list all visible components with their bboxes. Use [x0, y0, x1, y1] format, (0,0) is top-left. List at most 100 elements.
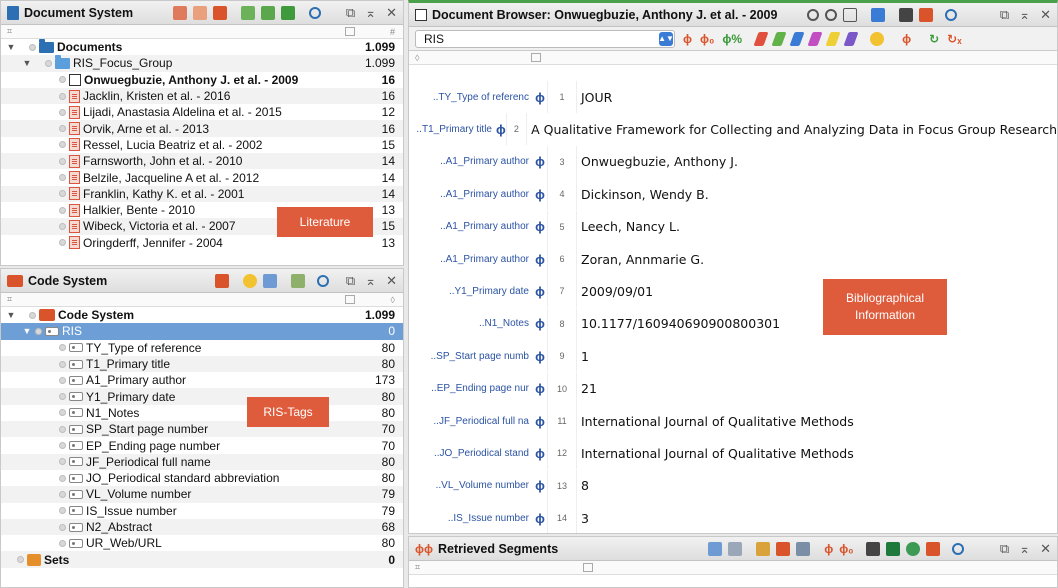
- code-item[interactable]: N2_Abstract 68: [1, 518, 403, 536]
- code-item[interactable]: IS_Issue number 79: [1, 503, 403, 519]
- document-item[interactable]: Oringderff, Jennifer - 2004 13: [1, 235, 403, 251]
- zoom-out-icon[interactable]: [825, 8, 838, 21]
- paragraph-text[interactable]: Onwuegbuzie, Anthony J.: [577, 154, 738, 169]
- document-paragraph[interactable]: ..VL_Volume number ϕ 13 8: [409, 469, 1057, 502]
- highlighter-red-icon[interactable]: [753, 31, 769, 46]
- emoticode-icon[interactable]: [243, 273, 258, 288]
- coding-stripe-icon[interactable]: ϕ: [533, 252, 547, 267]
- document-paragraph[interactable]: ..A1_Primary author ϕ 3 Onwuegbuzie, Anthon…: [409, 145, 1057, 178]
- expand-triangle-icon[interactable]: ▼: [21, 326, 33, 336]
- paragraph-text[interactable]: A Qualitative Framework for Collecting a…: [527, 122, 1057, 137]
- code-item[interactable]: VL_Volume number 79: [1, 486, 403, 503]
- document-paragraph[interactable]: ..N1_Notes ϕ 8 10.1177/160940690900800301: [409, 307, 1057, 340]
- paragraph-text[interactable]: International Journal of Qualitative Met…: [577, 414, 854, 429]
- code-item[interactable]: JF_Periodical full name 80: [1, 453, 403, 470]
- search-icon[interactable]: [309, 6, 322, 19]
- paragraph-text[interactable]: 10.1177/160940690900800301: [577, 316, 780, 331]
- import-document-icon[interactable]: [213, 5, 228, 20]
- document-paragraph[interactable]: ..EP_Ending page nur ϕ 10 21: [409, 372, 1057, 405]
- segment-filter-icon[interactable]: ⌗: [415, 562, 420, 573]
- table-view-icon[interactable]: [708, 541, 723, 556]
- code-item[interactable]: JO_Periodical standard abbreviation 80: [1, 470, 403, 486]
- paragraph-text[interactable]: 21: [577, 381, 597, 396]
- code-item[interactable]: UR_Web/URL 80: [1, 535, 403, 551]
- code-creative-icon[interactable]: [291, 273, 306, 288]
- activate-icon[interactable]: [241, 5, 256, 20]
- code-close-icon[interactable]: ✕: [386, 273, 397, 289]
- edit-mode-icon[interactable]: [871, 7, 886, 22]
- print-icon[interactable]: [899, 7, 914, 22]
- coding-stripe-icon[interactable]: ϕ: [533, 219, 547, 234]
- document-item[interactable]: Orvik, Arne et al. - 2013 16: [1, 120, 403, 137]
- new-code-icon[interactable]: [215, 273, 230, 288]
- document-item[interactable]: Franklin, Kathy K. et al. - 2001 14: [1, 185, 403, 202]
- document-item[interactable]: Jacklin, Kristen et al. - 2016 16: [1, 87, 403, 105]
- highlighter-yellow-icon[interactable]: [825, 31, 841, 46]
- uncode-icon[interactable]: ϕ%: [722, 32, 742, 46]
- code-column-toggle[interactable]: [345, 295, 355, 304]
- browser-search-icon[interactable]: [945, 8, 958, 21]
- paragraph-text[interactable]: JOUR: [577, 90, 612, 105]
- expand-triangle-icon[interactable]: ▼: [5, 42, 17, 52]
- copy-document-icon[interactable]: [193, 5, 208, 20]
- overview-icon[interactable]: [728, 541, 743, 556]
- highlighter-green-icon[interactable]: [771, 31, 787, 46]
- code-item[interactable]: SP_Start page number 70: [1, 421, 403, 438]
- document-paragraph[interactable]: ..A1_Primary author ϕ 6 Zoran, Annmarie G.: [409, 243, 1057, 275]
- code-item[interactable]: N1_Notes 80: [1, 405, 403, 421]
- code-select-dropdown[interactable]: RIS ▲▼: [415, 29, 675, 48]
- document-item[interactable]: Belzile, Jacqueline A et al. - 2012 14: [1, 169, 403, 185]
- code-item[interactable]: Y1_Primary date 80: [1, 388, 403, 405]
- document-item[interactable]: Farnsworth, John et al. - 2010 14: [1, 153, 403, 170]
- coding-stripe-icon[interactable]: ϕ: [533, 90, 547, 105]
- document-paragraph[interactable]: ..JF_Periodical full na ϕ 11 International …: [409, 405, 1057, 437]
- zoom-in-icon[interactable]: [807, 8, 820, 21]
- coding-stripe-icon[interactable]: ϕ: [533, 187, 547, 202]
- document-set-icon[interactable]: [261, 5, 276, 20]
- coding-stripe-icon[interactable]: ϕ: [533, 446, 547, 461]
- document-paragraph[interactable]: ..SP_Start page numb ϕ 9 1: [409, 340, 1057, 373]
- segment-column-toggle[interactable]: [583, 563, 593, 572]
- documents-root[interactable]: ▼ Documents 1.099: [1, 38, 403, 55]
- segment-export-icon[interactable]: [925, 541, 940, 556]
- coding-stripe-icon[interactable]: ϕ: [533, 284, 547, 299]
- coding-stripe-icon[interactable]: ϕ: [533, 478, 547, 493]
- segment-undock-icon[interactable]: ⧉: [1000, 541, 1009, 557]
- code-search-icon[interactable]: [317, 274, 330, 287]
- paragraph-text[interactable]: Zoran, Annmarie G.: [577, 252, 704, 267]
- expand-triangle-icon[interactable]: ▼: [21, 58, 33, 68]
- qr-icon[interactable]: [843, 7, 858, 22]
- paragraph-text[interactable]: Leech, Nancy L.: [577, 219, 680, 234]
- code-item[interactable]: A1_Primary author 173: [1, 372, 403, 388]
- chevron-down-icon[interactable]: ▲▼: [658, 31, 674, 46]
- grouping-icon[interactable]: [796, 541, 811, 556]
- coding-stripe-icon[interactable]: ϕ: [533, 414, 547, 429]
- undock-icon[interactable]: ⧉: [346, 5, 355, 21]
- browser-column-toggle[interactable]: [531, 53, 541, 62]
- browser-undock-icon[interactable]: ⧉: [1000, 7, 1009, 23]
- document-group[interactable]: ▼ RIS_Focus_Group 1.099: [1, 54, 403, 72]
- highlighter-purple-icon[interactable]: [843, 31, 859, 46]
- code-in-vivo-icon[interactable]: ϕ₀: [700, 32, 714, 46]
- new-document-icon[interactable]: [173, 5, 188, 20]
- code-color-icon[interactable]: [776, 541, 791, 556]
- paragraph-text[interactable]: 8: [577, 478, 589, 493]
- paragraph-text[interactable]: International Journal of Qualitative Met…: [577, 446, 854, 461]
- document-item[interactable]: Onwuegbuzie, Anthony J. et al. - 2009 16: [1, 72, 403, 88]
- code-item[interactable]: TY_Type of reference 80: [1, 340, 403, 356]
- browser-close-icon[interactable]: ✕: [1040, 7, 1051, 23]
- collapse-icon[interactable]: ⌅: [365, 5, 376, 21]
- coding-stripe-icon[interactable]: ϕ: [533, 349, 547, 364]
- coding-stripe-icon[interactable]: ϕ: [496, 122, 506, 137]
- paragraph-text[interactable]: 2009/09/01: [577, 284, 653, 299]
- segment-collapse-icon[interactable]: ⌅: [1019, 541, 1030, 557]
- column-toggle[interactable]: [345, 27, 355, 36]
- code-item[interactable]: EP_Ending page number 70: [1, 437, 403, 453]
- document-item[interactable]: Lijadi, Anastasia Aldelina et al. - 2015…: [1, 104, 403, 120]
- code-group-ris[interactable]: ▼ RIS 0: [1, 323, 403, 340]
- segment-print-icon[interactable]: [865, 541, 880, 556]
- document-paragraph[interactable]: ..T1_Primary title ϕ 2 A Qualitative Framew…: [409, 113, 1057, 146]
- document-paragraph[interactable]: ..TY_Type of referenc ϕ 1 JOUR: [409, 81, 1057, 113]
- browser-collapse-icon[interactable]: ⌅: [1019, 7, 1030, 23]
- document-paragraph[interactable]: ..IS_Issue number ϕ 14 3: [409, 502, 1057, 533]
